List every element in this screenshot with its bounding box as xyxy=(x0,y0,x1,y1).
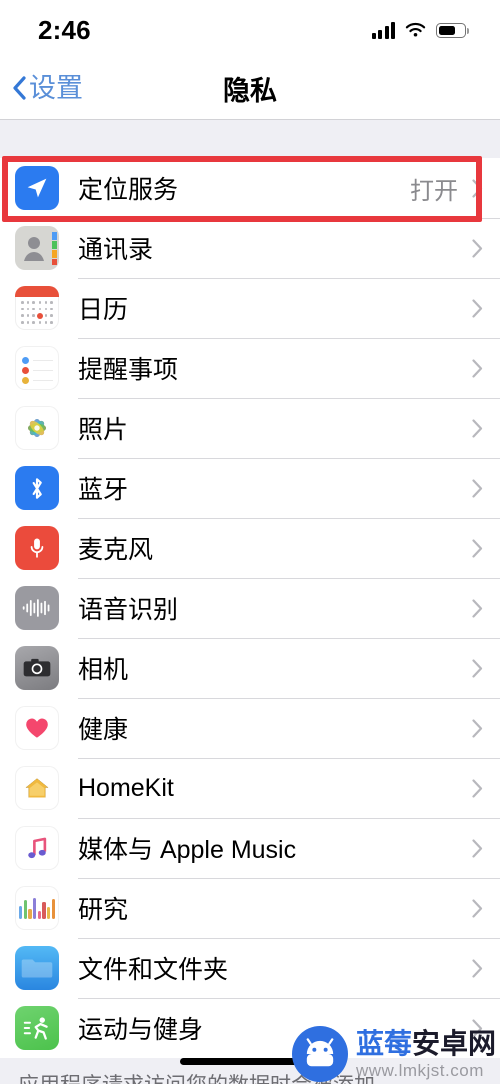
settings-row-bluetooth[interactable]: 蓝牙 xyxy=(0,458,500,518)
chevron-right-icon xyxy=(472,478,483,498)
settings-row-label: 通讯录 xyxy=(78,236,154,264)
status-bar-time: 2:46 xyxy=(38,14,91,45)
settings-row-label: 健康 xyxy=(78,716,129,744)
chevron-right-icon xyxy=(472,298,483,318)
speech-recognition-icon xyxy=(15,586,59,630)
watermark-brand-first: 蓝莓 xyxy=(355,1027,412,1059)
chevron-right-icon xyxy=(472,838,483,858)
status-bar: 2:46 xyxy=(0,0,500,56)
settings-row-label: 日历 xyxy=(78,296,129,324)
location-services-icon xyxy=(15,166,59,210)
settings-row-label: 照片 xyxy=(78,416,129,444)
watermark-text: 蓝莓安卓网 www.lmkjst.com xyxy=(355,1027,496,1080)
watermark-brand-second: 安卓网 xyxy=(411,1027,496,1059)
settings-row-apple-music[interactable]: 媒体与 Apple Music xyxy=(0,818,500,878)
settings-row-label: 语音识别 xyxy=(78,596,179,624)
settings-row-contacts[interactable]: 通讯录 xyxy=(0,218,500,278)
settings-row-location-services[interactable]: 定位服务 打开 xyxy=(0,158,500,218)
settings-row-value: 打开 xyxy=(410,177,458,205)
camera-icon xyxy=(15,646,59,690)
homekit-icon xyxy=(15,766,59,810)
battery-icon xyxy=(436,23,470,38)
microphone-icon xyxy=(15,526,59,570)
chevron-right-icon xyxy=(472,958,483,978)
iphone-settings-privacy-screen: 2:46 设置 隐私 定位服务 打开 通讯录 日历 提醒事项 照片 蓝牙 麦克风… xyxy=(0,0,500,1084)
chevron-right-icon xyxy=(472,178,483,198)
settings-row-homekit[interactable]: HomeKit xyxy=(0,758,500,818)
navigation-bar: 设置 隐私 xyxy=(0,56,500,120)
settings-row-label: 提醒事项 xyxy=(78,356,179,384)
cellular-signal-icon xyxy=(371,22,395,39)
watermark-brand: 蓝莓安卓网 xyxy=(355,1027,496,1059)
settings-row-label: 相机 xyxy=(78,656,129,684)
chevron-right-icon xyxy=(472,598,483,618)
chevron-right-icon xyxy=(472,538,483,558)
android-robot-icon xyxy=(291,1026,348,1082)
settings-row-health[interactable]: 健康 xyxy=(0,698,500,758)
settings-row-label: 文件和文件夹 xyxy=(78,956,229,984)
motion-fitness-icon xyxy=(15,1006,59,1050)
site-watermark: 蓝莓安卓网 www.lmkjst.com xyxy=(291,1026,496,1082)
settings-row-photos[interactable]: 照片 xyxy=(0,398,500,458)
chevron-right-icon xyxy=(472,718,483,738)
watermark-url: www.lmkjst.com xyxy=(355,1060,484,1080)
apple-music-icon xyxy=(15,826,59,870)
chevron-right-icon xyxy=(472,658,483,678)
settings-scroll-area[interactable]: 定位服务 打开 通讯录 日历 提醒事项 照片 蓝牙 麦克风 语音识别 相机 健康… xyxy=(0,120,500,1084)
settings-row-camera[interactable]: 相机 xyxy=(0,638,500,698)
settings-row-microphone[interactable]: 麦克风 xyxy=(0,518,500,578)
status-bar-indicators xyxy=(371,22,470,39)
settings-row-files-and-folders[interactable]: 文件和文件夹 xyxy=(0,938,500,998)
calendar-icon xyxy=(15,286,59,330)
chevron-right-icon xyxy=(472,418,483,438)
settings-row-calendar[interactable]: 日历 xyxy=(0,278,500,338)
settings-row-label: 媒体与 Apple Music xyxy=(78,836,297,864)
page-title: 隐私 xyxy=(223,75,277,106)
files-and-folders-icon xyxy=(15,946,59,990)
chevron-right-icon xyxy=(472,778,483,798)
settings-row-research[interactable]: 研究 xyxy=(0,878,500,938)
wifi-icon xyxy=(405,22,426,37)
chevron-right-icon xyxy=(472,358,483,378)
settings-row-speech-recognition[interactable]: 语音识别 xyxy=(0,578,500,638)
photos-icon xyxy=(15,406,59,450)
section-spacer xyxy=(0,120,500,158)
chevron-right-icon xyxy=(472,898,483,918)
privacy-settings-list: 定位服务 打开 通讯录 日历 提醒事项 照片 蓝牙 麦克风 语音识别 相机 健康… xyxy=(0,158,500,1058)
contacts-icon xyxy=(15,226,59,270)
bluetooth-icon xyxy=(15,466,59,510)
settings-row-label: HomeKit xyxy=(78,773,174,802)
settings-row-label: 研究 xyxy=(78,896,129,924)
reminders-icon xyxy=(15,346,59,390)
research-icon xyxy=(15,886,59,930)
settings-row-reminders[interactable]: 提醒事项 xyxy=(0,338,500,398)
settings-row-label: 定位服务 xyxy=(78,176,179,204)
settings-row-label: 蓝牙 xyxy=(78,476,129,504)
chevron-right-icon xyxy=(472,238,483,258)
settings-row-label: 麦克风 xyxy=(78,536,154,564)
health-icon xyxy=(15,706,59,750)
